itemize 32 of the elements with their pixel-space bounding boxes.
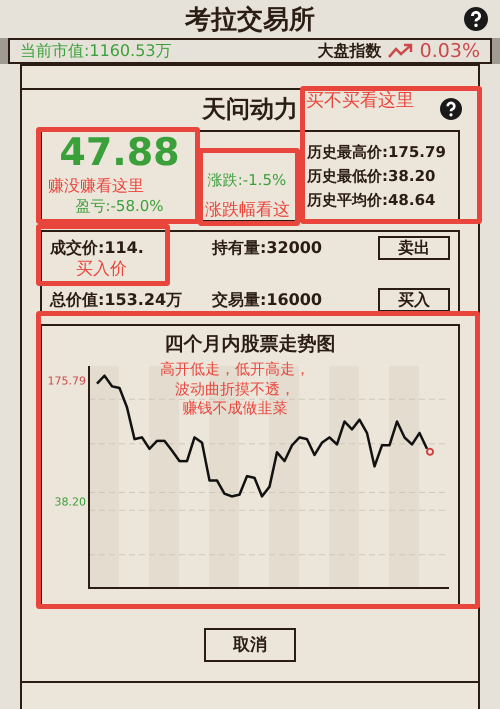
annotation-text: 赚钱不成做韭菜 bbox=[182, 399, 288, 418]
trade-info-text: 交易量:16000 bbox=[212, 290, 322, 310]
help-icon[interactable] bbox=[440, 98, 462, 120]
trade-info-text: 持有量:32000 bbox=[212, 238, 322, 258]
trade-info-text: 成交价:114. bbox=[50, 238, 144, 258]
annotation-text: 涨跌幅看这 bbox=[205, 200, 290, 220]
axis-tick-label: 38.20 bbox=[54, 496, 86, 508]
change-text: 涨跌:-1.5% bbox=[208, 171, 286, 190]
profit-text: 盈亏:-58.0% bbox=[75, 197, 164, 216]
annotation-text: 波动曲折摸不透， bbox=[175, 380, 295, 399]
axis-tick-label: 175.79 bbox=[48, 374, 86, 388]
annotation-text: 赚没赚看这里 bbox=[48, 176, 144, 196]
trend-up-icon bbox=[388, 43, 414, 59]
trade-info-text: 总价值:153.24万 bbox=[50, 290, 182, 310]
chart-title: 四个月内股票走势图 bbox=[164, 332, 336, 356]
annotation-text: 高开低走，低开高走， bbox=[160, 360, 310, 380]
trade-button[interactable]: 卖出 bbox=[378, 236, 450, 260]
dialog-title: 天问动力 bbox=[202, 94, 298, 125]
cancel-button[interactable]: 取消 bbox=[204, 628, 296, 662]
current-price: 47.88 bbox=[59, 134, 180, 170]
index-change-text: 0.03% bbox=[420, 40, 480, 62]
help-icon[interactable] bbox=[464, 7, 488, 31]
annotation-text: 买入价 bbox=[76, 259, 127, 280]
end-point-marker bbox=[426, 448, 434, 456]
history-price-text: 历史平均价:48.64 bbox=[307, 190, 436, 211]
trade-button[interactable]: 买入 bbox=[378, 288, 450, 312]
annotation-text: 买不买看这里 bbox=[306, 90, 414, 112]
index-label: 大盘指数 bbox=[318, 40, 382, 62]
app-title: 考拉交易所 bbox=[185, 4, 315, 36]
market-value-text: 当前市值:1160.53万 bbox=[20, 40, 173, 62]
history-price-text: 历史最高价:175.79 bbox=[307, 142, 446, 163]
history-price-text: 历史最低价:38.20 bbox=[307, 166, 436, 187]
